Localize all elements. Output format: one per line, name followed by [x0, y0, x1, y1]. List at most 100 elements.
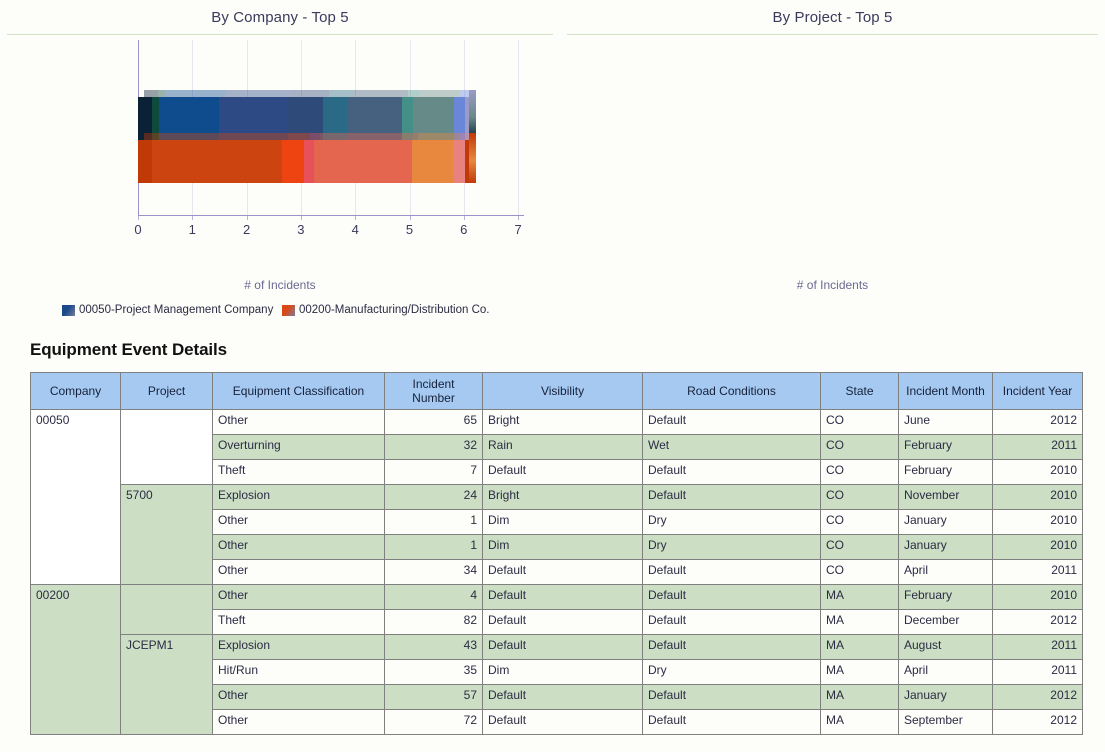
- chart-title-project: By Project - Top 5: [772, 9, 893, 26]
- cell-classification: Explosion: [212, 484, 385, 510]
- column-header-incident-number[interactable]: Incident Number: [384, 372, 483, 410]
- x-tick: [409, 216, 411, 220]
- legend-label: 00200-Manufacturing/Distribution Co.: [299, 304, 490, 316]
- cell-incident-month: January: [898, 684, 993, 710]
- cell-classification: Theft: [212, 609, 385, 635]
- cell-state: CO: [820, 484, 899, 510]
- cell-classification: Other: [212, 409, 385, 435]
- title-divider-project: [567, 34, 1098, 35]
- cell-incident-month: January: [898, 509, 993, 535]
- cell-incident-year: 2010: [992, 509, 1083, 535]
- cell-incident-month: August: [898, 634, 993, 660]
- column-header-incident-year[interactable]: Incident Year: [992, 372, 1083, 410]
- cell-classification: Other: [212, 584, 385, 610]
- table-row[interactable]: JCEPM1 Explosion 43 Default Default MA August 2…: [31, 634, 1083, 735]
- column-header-project[interactable]: Project: [120, 372, 213, 410]
- plot-area-project: 0123456: [560, 40, 1105, 255]
- bar-2[interactable]: [138, 140, 470, 183]
- cell-incident-month: April: [898, 659, 993, 685]
- cell-classification: Other: [212, 534, 385, 560]
- bar-top-segment: [293, 90, 330, 97]
- cell-road-conditions: Wet: [642, 434, 821, 460]
- cell-state: CO: [820, 409, 899, 435]
- column-header-road-conditions[interactable]: Road Conditions: [642, 372, 821, 410]
- column-header-visibility[interactable]: Visibility: [482, 372, 643, 410]
- table-row[interactable]: 00200 Other 4 Default Default MA February 2010: [30, 584, 1083, 735]
- cell-state: MA: [820, 659, 899, 685]
- cell-road-conditions: Dry: [642, 659, 821, 685]
- bar-segment[interactable]: [281, 140, 304, 183]
- cell-project: 5700: [120, 484, 213, 585]
- legend-swatch-icon: [282, 304, 295, 316]
- legend-item[interactable]: 00050-Project Management Company: [62, 304, 273, 316]
- cell-road-conditions: Default: [642, 584, 821, 610]
- bar-segment[interactable]: [303, 140, 315, 183]
- column-header-equipment-classification[interactable]: Equipment Classification: [212, 372, 385, 410]
- table-body: 00050 Other 65 Bright Default CO June 2012 Overt…: [30, 409, 1083, 735]
- cell-visibility: Default: [482, 559, 643, 585]
- bar-top-segment: [320, 133, 419, 140]
- cell-incident-year: 2010: [992, 584, 1083, 610]
- column-header-incident-month[interactable]: Incident Month: [898, 372, 993, 410]
- table-row[interactable]: 00050 Other 65 Bright Default CO June 2012: [30, 409, 1083, 585]
- cell-road-conditions: Default: [642, 634, 821, 660]
- cell-incident-month: February: [898, 584, 993, 610]
- bar-segment[interactable]: [151, 140, 282, 183]
- cell-visibility: Default: [482, 634, 643, 660]
- cell-classification: Other: [212, 709, 385, 735]
- plot-area-company: 0 1 2 3 4 5 6 7: [0, 40, 560, 255]
- cell-incident-year: 2011: [992, 634, 1083, 660]
- gridline: [518, 40, 520, 215]
- cell-company: 00050: [30, 409, 121, 585]
- bar-top-segment: [329, 90, 355, 97]
- bar-segment[interactable]: [412, 140, 453, 183]
- cell-road-conditions: Dry: [642, 509, 821, 535]
- bar-segment[interactable]: [464, 140, 470, 183]
- cell-road-conditions: Default: [642, 709, 821, 735]
- x-tick-label: 7: [514, 222, 522, 237]
- cell-incident-year: 2012: [992, 609, 1083, 635]
- cell-incident-month: February: [898, 459, 993, 485]
- cell-visibility: Dim: [482, 534, 643, 560]
- column-header-company[interactable]: Company: [30, 372, 121, 410]
- table-header-row: Company Project Equipment Classification In…: [30, 372, 1083, 410]
- cell-visibility: Default: [482, 584, 643, 610]
- cell-state: MA: [820, 634, 899, 660]
- page-title: Equipment Event Details: [30, 340, 228, 359]
- cell-incident-number: 4: [384, 584, 483, 610]
- bar-top-segment: [419, 90, 460, 97]
- column-header-state[interactable]: State: [820, 372, 899, 410]
- x-tick: [138, 216, 139, 220]
- bar-segment[interactable]: [138, 140, 152, 183]
- legend-project: -JCEPM1-Job Cost EPM Project 15700-Gover…: [560, 290, 1105, 326]
- cell-incident-month: November: [898, 484, 993, 510]
- cell-road-conditions: Default: [642, 559, 821, 585]
- cell-state: CO: [820, 559, 899, 585]
- bar-segment[interactable]: [452, 140, 465, 183]
- legend-label: 00050-Project Management Company: [79, 304, 274, 316]
- bar-top-segment: [287, 133, 310, 140]
- bar-top-segment: [164, 90, 226, 97]
- x-tick-label: 5: [405, 222, 414, 237]
- cell-visibility: Bright: [482, 484, 643, 510]
- cell-classification: Hit/Run: [212, 659, 385, 685]
- cell-project: [120, 409, 213, 485]
- cell-incident-number: 1: [384, 509, 483, 535]
- cell-incident-number: 72: [384, 709, 483, 735]
- cell-incident-number: 7: [384, 459, 483, 485]
- cell-classification: Overturning: [212, 434, 385, 460]
- cell-incident-year: 2010: [992, 484, 1083, 510]
- cell-incident-month: April: [898, 559, 993, 585]
- bar-segment[interactable]: [314, 140, 413, 183]
- x-tick: [518, 216, 520, 220]
- x-tick: [463, 216, 465, 220]
- table-row[interactable]: 5700 Explosion 24 Bright Default CO November 20…: [31, 484, 1083, 585]
- x-tick-label: 1: [188, 222, 196, 237]
- cell-road-conditions: Default: [642, 484, 821, 510]
- legend-item[interactable]: 00200-Manufacturing/Distribution Co.: [282, 304, 490, 316]
- cell-classification: Other: [212, 509, 385, 535]
- bar-top-segment: [418, 133, 459, 140]
- cell-visibility: Dim: [482, 659, 643, 685]
- cell-road-conditions: Default: [642, 409, 821, 435]
- cell-incident-year: 2010: [992, 534, 1083, 560]
